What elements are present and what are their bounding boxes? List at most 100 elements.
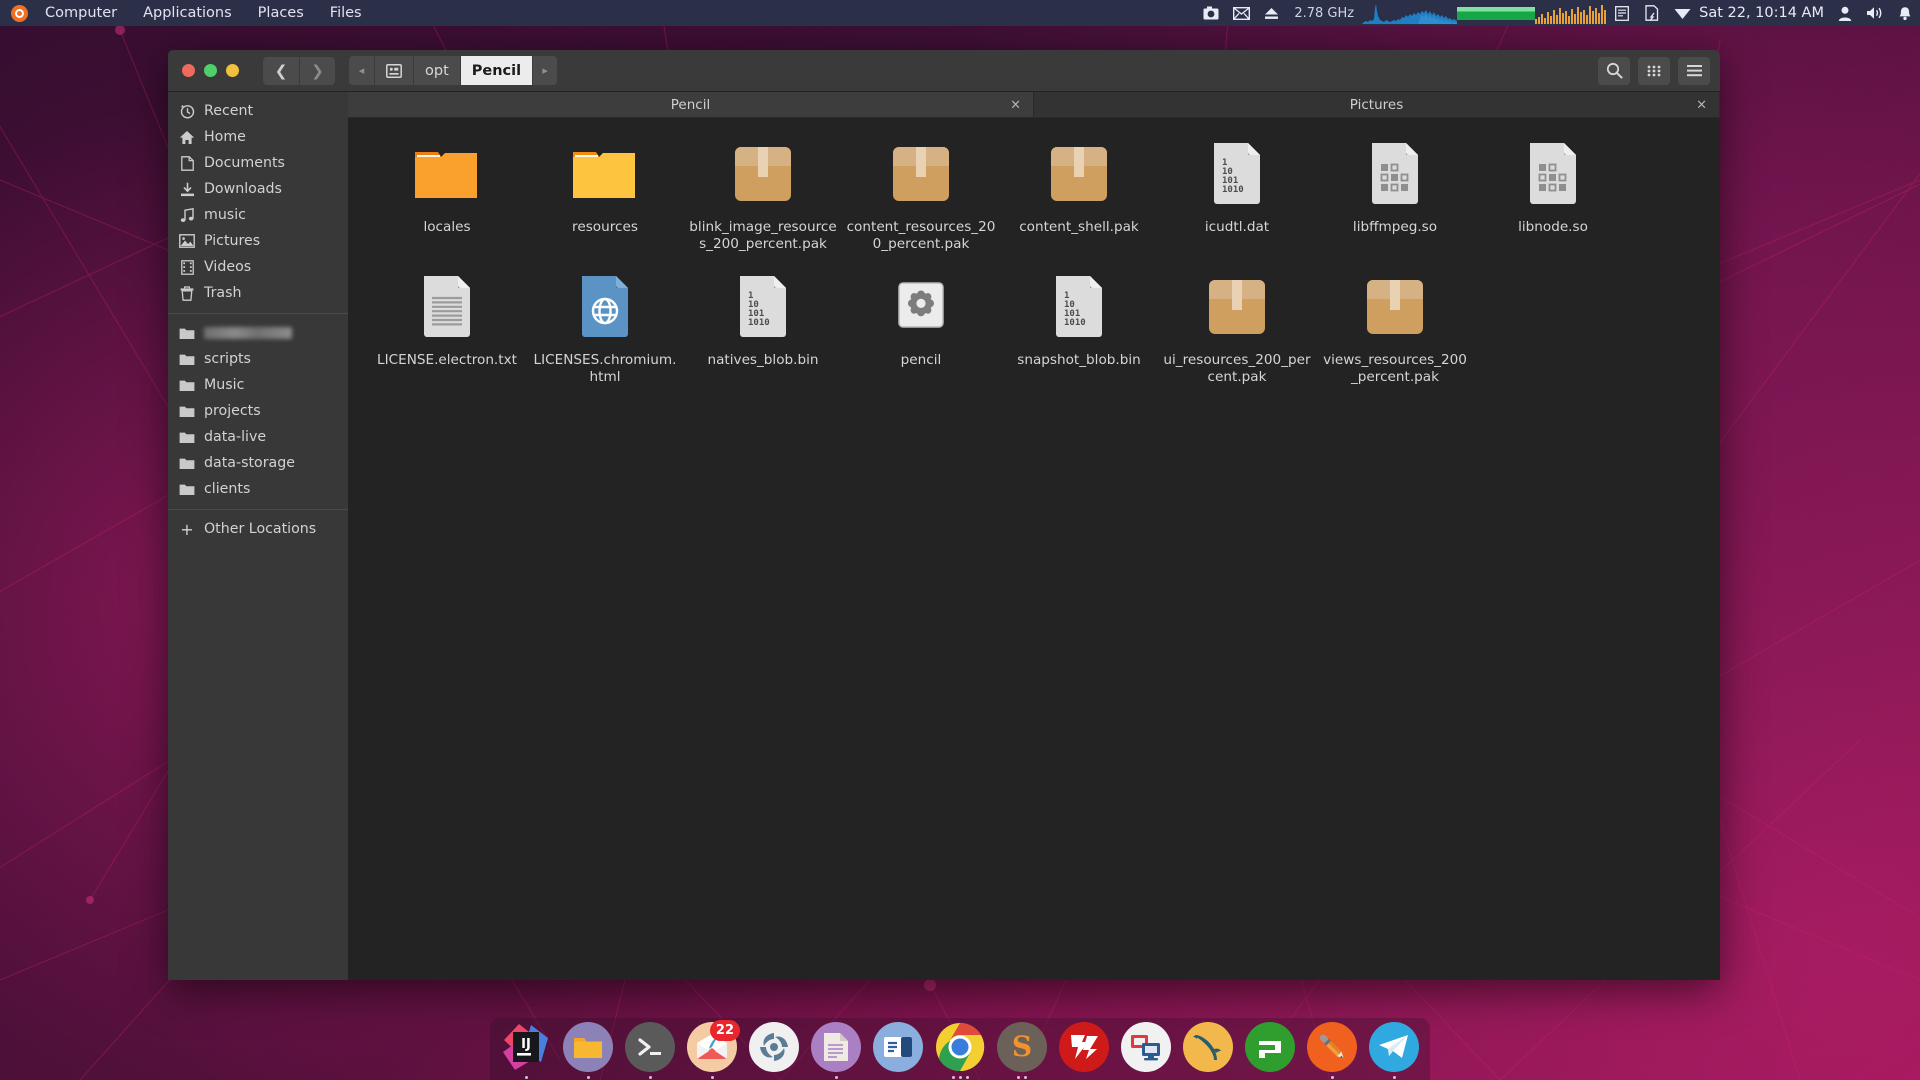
dock-item-telegram[interactable] xyxy=(1368,1022,1420,1080)
dock-item-intellij-idea[interactable]: IJ xyxy=(500,1022,552,1080)
file-item[interactable]: ui_resources_200_percent.pak xyxy=(1158,265,1316,390)
software-update-icon[interactable] xyxy=(1637,0,1667,26)
text-editor-icon[interactable] xyxy=(811,1022,861,1072)
minimize-window-button[interactable] xyxy=(204,64,217,77)
file-item[interactable]: libffmpeg.so xyxy=(1316,132,1474,257)
tab-label: Pictures xyxy=(1349,96,1404,113)
telegram-icon[interactable] xyxy=(1369,1022,1419,1072)
sidebar-bookmark-scripts[interactable]: scripts xyxy=(168,346,348,372)
sidebar-bookmark-redacted[interactable] xyxy=(168,320,348,346)
computer-icon[interactable] xyxy=(375,56,414,85)
mysql-workbench-icon[interactable] xyxy=(1183,1022,1233,1072)
memory-usage-icon[interactable] xyxy=(1457,2,1536,24)
panel-menu-files[interactable]: Files xyxy=(317,0,375,26)
sidebar-item-recent[interactable]: Recent xyxy=(168,98,348,124)
breadcrumb-item-opt[interactable]: opt xyxy=(414,56,461,85)
sidebar-bookmark-clients[interactable]: clients xyxy=(168,476,348,502)
dock-item-filezilla[interactable] xyxy=(1058,1022,1110,1080)
sidebar-item-documents[interactable]: Documents xyxy=(168,150,348,176)
tab-pictures[interactable]: Pictures × xyxy=(1034,92,1720,118)
breadcrumb-scroll-left[interactable]: ◂ xyxy=(349,56,375,85)
sidebar-item-downloads[interactable]: Downloads xyxy=(168,176,348,202)
dock-item-photos[interactable] xyxy=(748,1022,800,1080)
dock-item-sublime-text[interactable]: S xyxy=(996,1022,1048,1080)
dock-item-mysql-workbench[interactable] xyxy=(1182,1022,1234,1080)
sidebar-bookmark-data-live[interactable]: data-live xyxy=(168,424,348,450)
file-item[interactable]: LICENSE.electron.txt xyxy=(368,265,526,390)
sublime-merge-icon[interactable] xyxy=(1245,1022,1295,1072)
dock-item-text-editor[interactable] xyxy=(810,1022,862,1080)
network-graph-icon[interactable] xyxy=(1362,2,1458,24)
back-button[interactable]: ❮ xyxy=(263,56,299,85)
dock-item-chrome[interactable] xyxy=(934,1022,986,1080)
sidebar-item-trash[interactable]: Trash xyxy=(168,280,348,306)
file-item[interactable]: content_resources_200_percent.pak xyxy=(842,132,1000,257)
tab-pencil[interactable]: Pencil × xyxy=(348,92,1034,118)
search-icon[interactable] xyxy=(1598,56,1630,85)
notes-icon[interactable] xyxy=(1607,0,1637,26)
file-item[interactable]: views_resources_200_percent.pak xyxy=(1316,265,1474,390)
clock-indicator[interactable]: Sat 22, 10:14 AM xyxy=(1697,5,1830,21)
sublime-text-icon[interactable]: S xyxy=(997,1022,1047,1072)
intellij-idea-icon[interactable]: IJ xyxy=(501,1022,551,1072)
filezilla-icon[interactable] xyxy=(1059,1022,1109,1072)
user-icon[interactable] xyxy=(1830,0,1860,26)
file-list-view[interactable]: locales resources blink_image_resources_… xyxy=(348,118,1720,980)
file-item[interactable]: 1 10 101 1010 natives_blob.bin xyxy=(684,265,842,390)
terminal-icon[interactable] xyxy=(625,1022,675,1072)
sidebar-bookmark-projects[interactable]: projects xyxy=(168,398,348,424)
maximize-window-button[interactable] xyxy=(226,64,239,77)
dock-item-files[interactable] xyxy=(562,1022,614,1080)
file-item[interactable]: locales xyxy=(368,132,526,257)
close-window-button[interactable] xyxy=(182,64,195,77)
sidebar-bookmark-music[interactable]: Music xyxy=(168,372,348,398)
file-item[interactable]: LICENSES.chromium.html xyxy=(526,265,684,390)
sidebar-item-other-locations[interactable]: + Other Locations xyxy=(168,516,348,542)
sidebar-item-label: Home xyxy=(204,129,246,145)
cpu-graph-icon[interactable] xyxy=(1535,2,1607,24)
dock-item-terminal[interactable] xyxy=(624,1022,676,1080)
file-item[interactable]: content_shell.pak xyxy=(1000,132,1158,257)
chrome-icon[interactable] xyxy=(935,1022,985,1072)
file-item[interactable]: resources xyxy=(526,132,684,257)
sidebar-item-music[interactable]: music xyxy=(168,202,348,228)
camera-icon[interactable] xyxy=(1196,0,1226,26)
file-item[interactable]: blink_image_resources_200_percent.pak xyxy=(684,132,842,257)
dock-item-mail[interactable]: 22 xyxy=(686,1020,740,1080)
sidebar-item-home[interactable]: Home xyxy=(168,124,348,150)
forward-button[interactable]: ❯ xyxy=(299,56,335,85)
eject-icon[interactable] xyxy=(1256,0,1286,26)
pencil-app-icon[interactable] xyxy=(1307,1022,1357,1072)
navigation-buttons: ❮ ❯ xyxy=(263,56,335,85)
calendar-icon[interactable] xyxy=(873,1022,923,1072)
dock-item-calendar[interactable] xyxy=(872,1022,924,1080)
folder-icon xyxy=(179,377,195,393)
dock-item-remmina[interactable] xyxy=(1120,1022,1172,1080)
remmina-icon[interactable] xyxy=(1121,1022,1171,1072)
file-item[interactable]: 1 10 101 1010 snapshot_blob.bin xyxy=(1000,265,1158,390)
tab-close-icon[interactable]: × xyxy=(1696,97,1707,112)
bell-icon[interactable] xyxy=(1890,0,1920,26)
files-folder-icon[interactable] xyxy=(563,1022,613,1072)
wifi-icon[interactable] xyxy=(1667,0,1697,26)
envelope-icon[interactable] xyxy=(1226,0,1256,26)
sidebar-bookmark-data-storage[interactable]: data-storage xyxy=(168,450,348,476)
file-item[interactable]: pencil xyxy=(842,265,1000,390)
dock-item-pencil[interactable] xyxy=(1306,1022,1358,1080)
file-item[interactable]: 1 10 101 1010 icudtl.dat xyxy=(1158,132,1316,257)
dock-item-sublime-merge[interactable] xyxy=(1244,1022,1296,1080)
panel-menu-applications[interactable]: Applications xyxy=(130,0,245,26)
ubuntu-logo-icon[interactable] xyxy=(6,0,32,26)
hamburger-menu-icon[interactable] xyxy=(1678,56,1710,85)
sidebar-item-videos[interactable]: Videos xyxy=(168,254,348,280)
tab-close-icon[interactable]: × xyxy=(1010,97,1021,112)
sidebar-item-pictures[interactable]: Pictures xyxy=(168,228,348,254)
file-item[interactable]: libnode.so xyxy=(1474,132,1632,257)
breadcrumb-item-pencil[interactable]: Pencil xyxy=(460,56,534,85)
panel-menu-computer[interactable]: Computer xyxy=(32,0,130,26)
shotwell-icon[interactable] xyxy=(749,1022,799,1072)
breadcrumb-scroll-right[interactable]: ▸ xyxy=(533,56,558,85)
panel-menu-places[interactable]: Places xyxy=(245,0,317,26)
volume-icon[interactable] xyxy=(1860,0,1890,26)
view-grid-icon[interactable] xyxy=(1638,56,1670,85)
